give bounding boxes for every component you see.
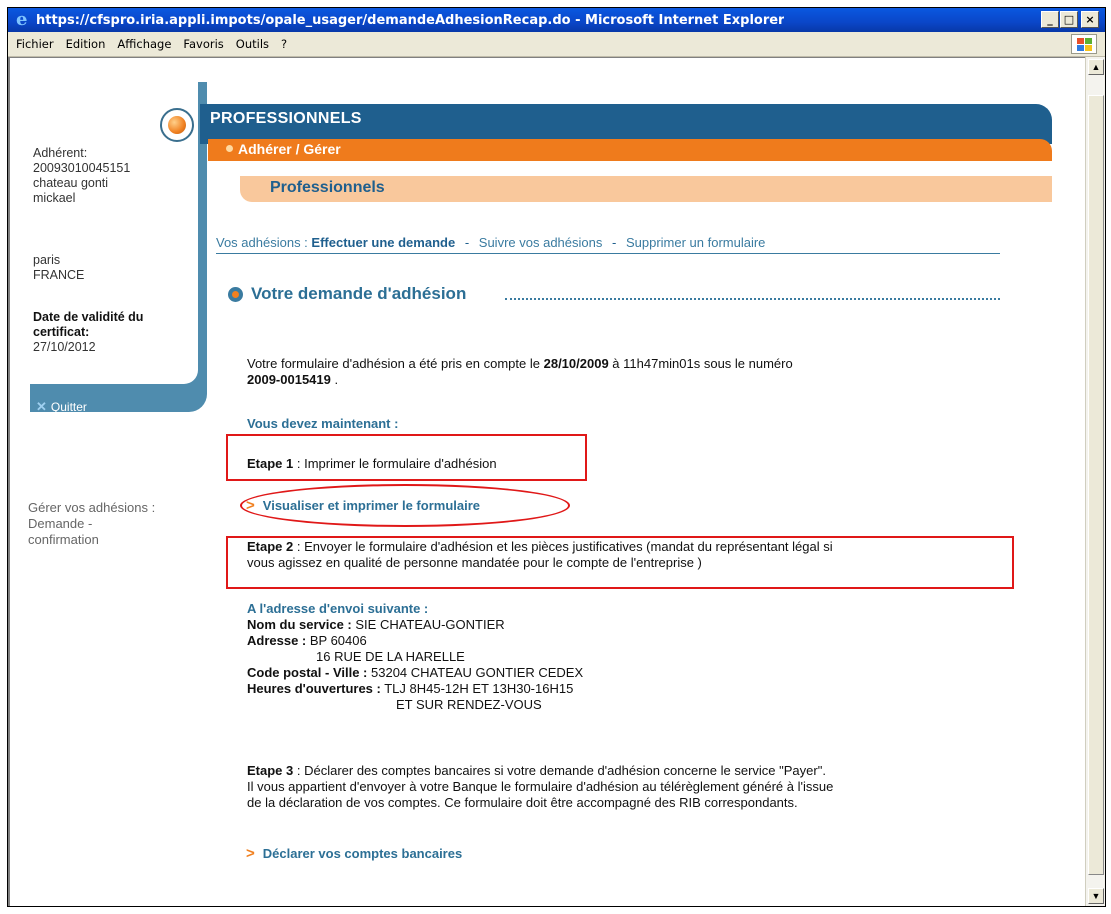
maximize-button[interactable]: □	[1060, 11, 1078, 28]
declare-accounts-link[interactable]: > Déclarer vos comptes bancaires	[246, 845, 462, 862]
scroll-down-icon[interactable]: ▼	[1088, 888, 1104, 904]
intro-line-1: Votre formulaire d'adhésion a été pris e…	[247, 356, 793, 372]
service-label: Nom du service :	[247, 617, 352, 632]
step-3-label: Etape 3	[247, 763, 294, 778]
postal-label: Code postal - Ville :	[247, 665, 368, 680]
step-2-highlight	[226, 536, 1014, 589]
brand-band: PROFESSIONNELS	[200, 104, 1052, 144]
scroll-up-icon[interactable]: ▲	[1088, 59, 1104, 75]
internet-explorer-icon: e	[16, 9, 28, 30]
nav-separator: -	[611, 235, 617, 250]
quit-label: Quitter	[50, 400, 87, 414]
nav-effectuer-demande[interactable]: Effectuer une demande	[311, 235, 455, 250]
service-value: SIE CHATEAU-GONTIER	[351, 617, 505, 632]
address-line-2: 16 RUE DE LA HARELLE	[316, 649, 465, 664]
intro-line-2: 2009-0015419 .	[247, 372, 338, 388]
chevron-right-icon: >	[246, 845, 255, 862]
nav-supprimer-formulaire[interactable]: Supprimer un formulaire	[626, 235, 765, 250]
hours-line-2: ET SUR RENDEZ-VOUS	[396, 697, 542, 712]
menu-bar: Fichier Edition Affichage Favoris Outils…	[8, 32, 1105, 57]
cert-label-2: certificat:	[33, 325, 90, 339]
cert-date: 27/10/2012	[33, 340, 96, 354]
close-button[interactable]: ×	[1081, 11, 1099, 28]
address-value-1: BP 60406	[306, 633, 367, 648]
postal-value: 53204 CHATEAU GONTIER CEDEX	[367, 665, 584, 680]
adhesions-nav: Vos adhésions : Effectuer une demande - …	[216, 235, 1000, 254]
address-line-1: Adresse : BP 60406	[247, 633, 367, 649]
adherent-name-2: mickael	[33, 191, 76, 205]
section-bullet-icon	[226, 145, 233, 152]
title-bullet-icon	[228, 286, 243, 302]
hours-line-1: Heures d'ouvertures : TLJ 8H45-12H ET 13…	[247, 681, 573, 697]
address-heading: A l'adresse d'envoi suivante :	[247, 601, 429, 616]
hours-value-1: TLJ 8H45-12H ET 13H30-16H15	[380, 681, 574, 696]
vertical-scrollbar[interactable]: ▲ ▼	[1085, 57, 1105, 906]
section-band: Adhérer / Gérer	[208, 139, 1052, 161]
windows-logo-icon	[1071, 34, 1097, 54]
sidebar-nav-line-1[interactable]: Gérer vos adhésions :	[28, 500, 198, 516]
intro-text: Votre formulaire d'adhésion a été pris e…	[247, 356, 544, 371]
logo-orb-icon	[160, 108, 194, 142]
adherent-country: FRANCE	[33, 268, 85, 282]
cert-label-1: Date de validité du	[33, 310, 144, 324]
menu-favoris[interactable]: Favoris	[177, 37, 229, 51]
brand-title: PROFESSIONNELS	[210, 110, 362, 127]
hours-label: Heures d'ouvertures :	[247, 681, 381, 696]
menu-help[interactable]: ?	[275, 37, 293, 51]
page-title: Votre demande d'adhésion	[228, 284, 466, 304]
adherent-label: Adhérent:	[33, 146, 88, 160]
nav-suivre-adhesions[interactable]: Suivre vos adhésions	[479, 235, 603, 250]
menu-edition[interactable]: Edition	[60, 37, 112, 51]
sidebar-nav-line-3: confirmation	[28, 532, 99, 547]
declare-accounts-label: Déclarer vos comptes bancaires	[262, 846, 463, 861]
page-title-text: Votre demande d'adhésion	[251, 284, 467, 303]
title-underline	[505, 298, 1000, 300]
adherent-city: paris	[33, 253, 61, 267]
step-1-highlight	[226, 434, 587, 481]
intro-date: 28/10/2009	[543, 356, 609, 371]
title-bar[interactable]: e https://cfspro.iria.appli.impots/opale…	[8, 8, 1105, 32]
scroll-thumb[interactable]	[1088, 95, 1104, 875]
nav-prefix: Vos adhésions :	[216, 235, 308, 250]
menu-affichage[interactable]: Affichage	[111, 37, 177, 51]
intro-end: .	[330, 372, 339, 387]
intro-time: à 11h47min01s sous le numéro	[608, 356, 793, 371]
step-3-line-2: Il vous appartient d'envoyer à votre Ban…	[247, 779, 834, 794]
sidebar-nav: Gérer vos adhésions : Demande - confirma…	[28, 500, 198, 548]
step-3-text: : Déclarer des comptes bancaires si votr…	[293, 763, 826, 778]
form-number: 2009-0015419	[247, 372, 331, 387]
menu-outils[interactable]: Outils	[230, 37, 275, 51]
service-line: Nom du service : SIE CHATEAU-GONTIER	[247, 617, 505, 633]
step-3-line-3: de la déclaration de vos comptes. Ce for…	[247, 795, 798, 810]
section-title: Adhérer / Gérer	[238, 141, 341, 157]
subsection-band: Professionnels	[240, 176, 1052, 202]
sidebar-nav-line-2: Demande -	[28, 516, 93, 531]
view-print-highlight	[240, 484, 570, 527]
adherent-name-1: chateau gonti	[33, 176, 109, 190]
subsection-title: Professionnels	[270, 179, 385, 196]
minimize-button[interactable]: _	[1041, 11, 1059, 28]
menu-fichier[interactable]: Fichier	[8, 37, 60, 51]
postal-line: Code postal - Ville : 53204 CHATEAU GONT…	[247, 665, 583, 681]
quit-icon: ✕	[36, 399, 47, 414]
address-label: Adresse :	[247, 633, 307, 648]
step-3-line-1: Etape 3 : Déclarer des comptes bancaires…	[247, 763, 826, 779]
quit-link[interactable]: ✕ Quitter	[36, 399, 87, 415]
nav-separator: -	[464, 235, 470, 250]
must-now-heading: Vous devez maintenant :	[247, 416, 399, 431]
adherent-id: 20093010045151	[33, 161, 131, 175]
window-title: https://cfspro.iria.appli.impots/opale_u…	[36, 12, 785, 28]
